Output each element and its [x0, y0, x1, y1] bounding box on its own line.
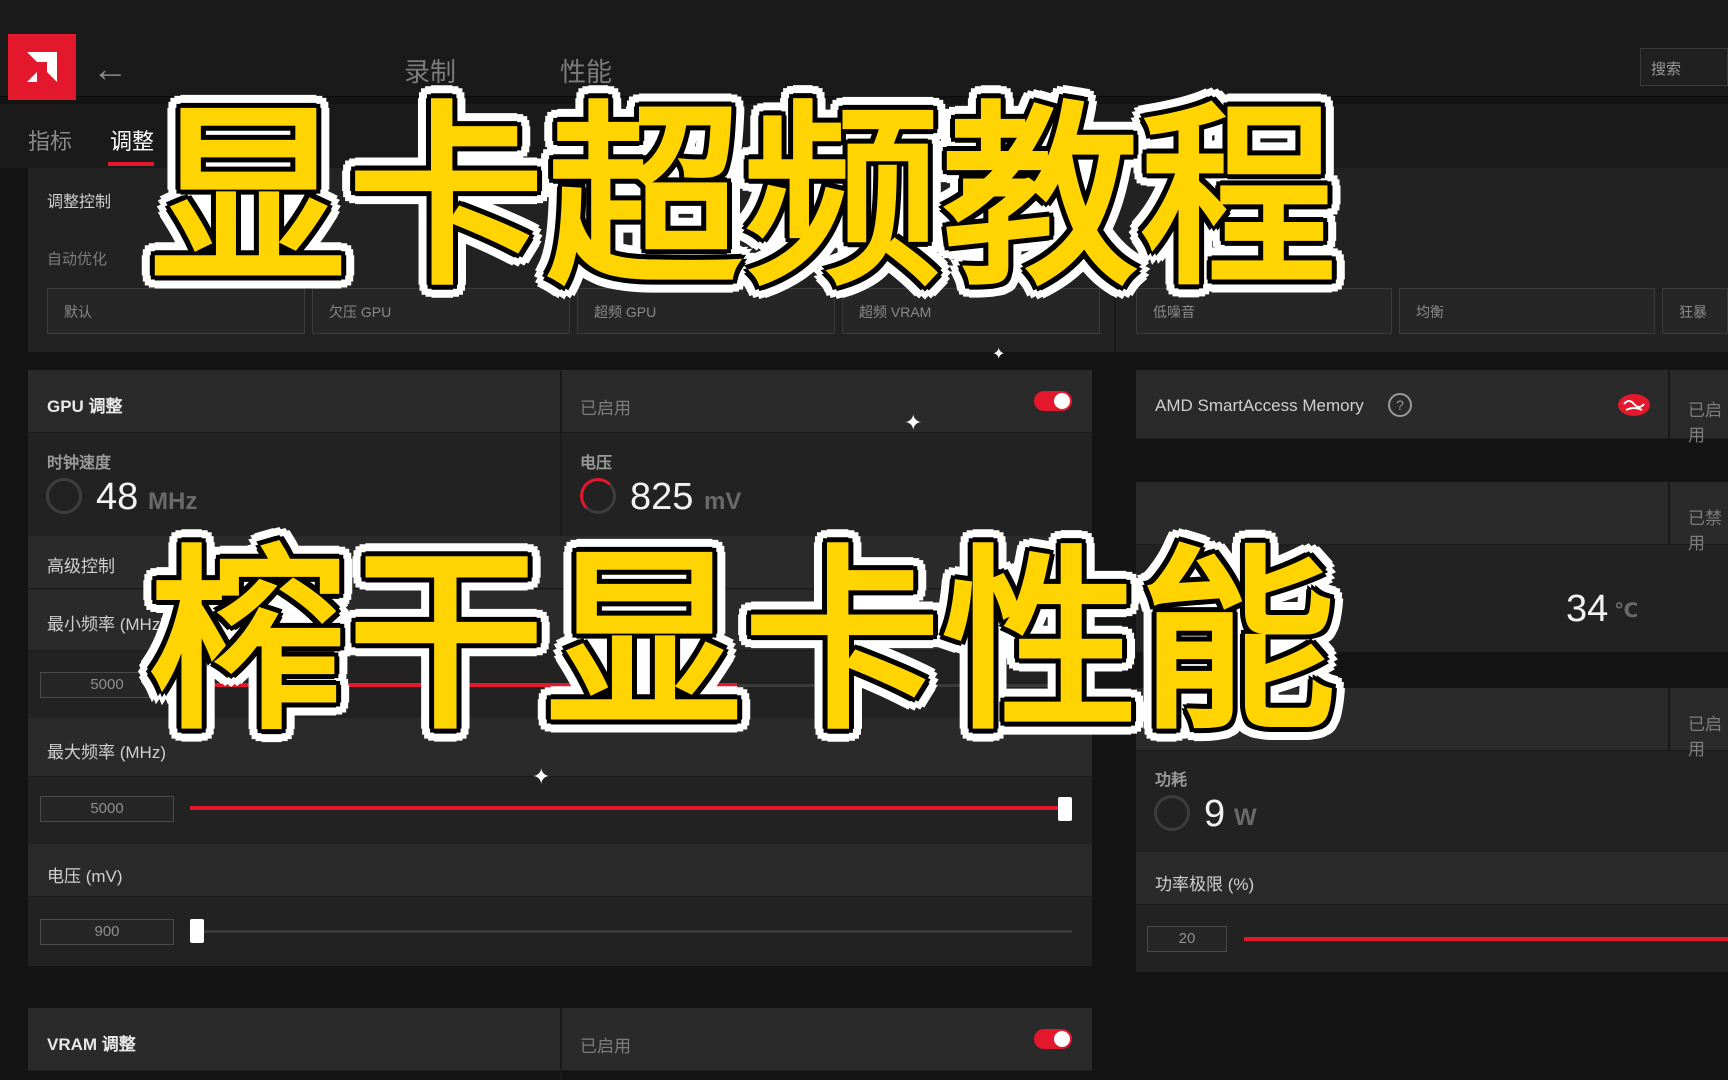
active-tab-indicator [108, 162, 154, 166]
power-gauge-icon [1154, 795, 1190, 831]
power-value: 9 [1204, 793, 1226, 835]
auto-optimize-label: 自动优化 [47, 251, 108, 268]
power-label: 功耗 [1155, 772, 1188, 789]
vram-tuning-status: 已启用 [580, 1037, 631, 1056]
sam-label: AMD SmartAccess Memory [1155, 396, 1364, 415]
help-icon[interactable]: ? [1388, 393, 1412, 417]
sparkle-decoration: ✦ [992, 346, 1006, 363]
search-input[interactable]: 搜索 [1640, 48, 1728, 86]
max-freq-slider-thumb[interactable] [1058, 797, 1072, 821]
overlay-title-line1: 显卡超频教程 [150, 85, 1339, 313]
back-arrow-icon[interactable]: ← [92, 48, 128, 90]
gpu-tuning-status: 已启用 [580, 399, 631, 418]
vram-header-divider [560, 1008, 562, 1080]
power-limit-input[interactable]: 20 [1147, 926, 1227, 952]
vram-tuning-toggle[interactable] [1034, 1029, 1072, 1049]
clock-speed-value: 48 [96, 476, 139, 518]
clock-speed-label: 时钟速度 [47, 455, 112, 472]
gpu-tuning-toggle[interactable] [1034, 391, 1072, 411]
max-freq-input[interactable]: 5000 [40, 796, 174, 822]
sparkle-decoration: ✦ [532, 764, 551, 789]
preset-rage[interactable]: 狂暴 [1662, 288, 1728, 334]
voltage-mv-label: 电压 (mV) [47, 867, 123, 886]
power-limit-fill [1244, 937, 1728, 941]
brain-icon [1616, 392, 1652, 425]
min-freq-label: 最小频率 (MHz) [47, 615, 166, 634]
sparkle-decoration: ✦ [904, 410, 923, 435]
tab-tuning[interactable]: 调整 [110, 124, 154, 156]
voltage-mv-track [190, 930, 1072, 933]
voltage-mv-row [28, 844, 1092, 897]
preset-balanced[interactable]: 均衡 [1399, 288, 1655, 334]
temperature-unit: ℃ [1614, 600, 1639, 622]
advanced-control-label: 高级控制 [47, 557, 115, 576]
fan-divider [1668, 482, 1670, 544]
voltage-label: 电压 [580, 455, 613, 472]
power-status: 已启用 [1688, 715, 1722, 759]
max-freq-label: 最大频率 (MHz) [47, 743, 166, 762]
voltage-mv-input[interactable]: 900 [40, 919, 174, 945]
power-unit: W [1234, 804, 1257, 831]
sam-divider [1668, 370, 1670, 438]
amd-logo[interactable] [8, 34, 76, 100]
voltage-mv-slider-thumb[interactable] [190, 919, 204, 943]
max-freq-fill [190, 806, 1058, 810]
power-divider [1668, 688, 1670, 750]
gpu-tuning-title: GPU 调整 [47, 397, 123, 416]
power-limit-label: 功率极限 (%) [1155, 875, 1255, 894]
tab-metrics[interactable]: 指标 [28, 124, 72, 156]
fan-status: 已禁用 [1688, 509, 1722, 553]
overlay-title-line2: 榨干显卡性能 [150, 529, 1339, 757]
clock-gauge-icon [46, 478, 82, 514]
temperature-value: 34 [1566, 588, 1609, 630]
amd-logo-icon [27, 52, 57, 82]
tuning-control-title: 调整控制 [47, 194, 112, 211]
vram-tuning-title: VRAM 调整 [47, 1035, 136, 1054]
sam-status: 已启用 [1688, 401, 1722, 445]
